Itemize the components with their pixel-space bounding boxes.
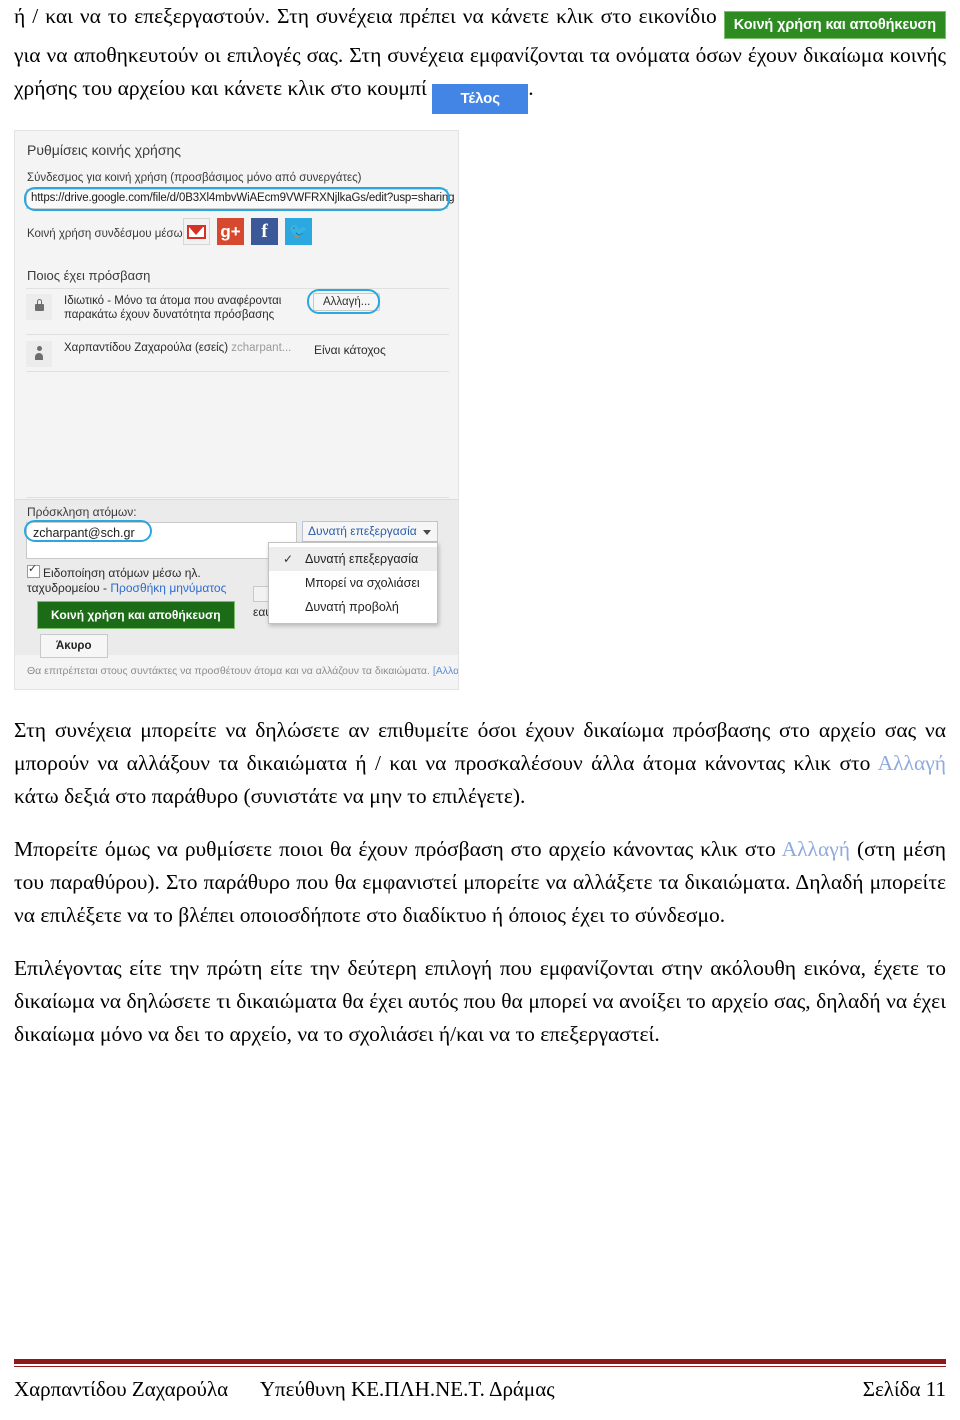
invite-people-value: zcharpant@sch.gr	[33, 526, 135, 540]
footer-role: Υπεύθυνη ΚΕ.ΠΛΗ.ΝΕ.Τ. Δράμας	[259, 1377, 555, 1401]
footer-left: Χαρπαντίδου Ζαχαρούλα Υπεύθυνη ΚΕ.ΠΛΗ.ΝΕ…	[14, 1377, 555, 1402]
notify-label-line2: ταχυδρομείου -	[27, 581, 111, 595]
divider	[26, 497, 449, 498]
private-line-2: παρακάτω έχουν δυνατότητα πρόσβασης	[64, 309, 275, 321]
who-has-access-label: Ποιος έχει πρόσβαση	[27, 268, 151, 283]
editors-permission-note: Θα επιτρέπεται στους συντάκτες να προσθέ…	[27, 665, 458, 677]
access-row-private-text: Ιδιωτικό - Μόνο τα άτομα που αναφέρονται…	[64, 294, 281, 322]
paragraph-3: Επιλέγοντας είτε την πρώτη είτε την δεύτ…	[14, 952, 946, 1051]
owner-text: Χαρπαντίδου Ζαχαρούλα (εσείς) zcharpant.…	[64, 341, 291, 355]
social-share-row: g+ f 🐦	[183, 218, 312, 245]
notify-label-line1: Ειδοποίηση ατόμων μέσω ηλ.	[43, 566, 201, 580]
cancel-button[interactable]: Άκυρο	[40, 634, 108, 658]
share-via-label: Κοινή χρήση συνδέσμου μέσω:	[27, 228, 186, 240]
share-and-save-button[interactable]: Κοινή χρήση και αποθήκευση	[37, 601, 235, 629]
footer-page-number: Σελίδα 11	[862, 1377, 946, 1401]
footer-rule-thick	[14, 1359, 946, 1364]
p3-seg-0: Επιλέγοντας είτε την πρώτη είτε την δεύτ…	[14, 956, 946, 1046]
owner-email: zcharpant...	[231, 342, 292, 354]
editors-note-text: Θα επιτρέπεται στους συντάκτες να προσθέ…	[27, 665, 430, 677]
facebook-icon[interactable]: f	[251, 218, 278, 245]
share-link-label: Σύνδεσμος για κοινή χρήση (προσβάσιμος μ…	[27, 172, 362, 184]
sharing-settings-dialog-figure: Ρυθμίσεις κοινής χρήσης Σύνδεσμος για κο…	[14, 130, 459, 690]
share-link-input[interactable]: https://drive.google.com/file/d/0B3Xl4mb…	[26, 189, 455, 209]
permission-option-label: Δυνατή επεξεργασία	[305, 552, 419, 566]
body-paragraphs: Στη συνέχεια μπορείτε να δηλώσετε αν επι…	[14, 714, 946, 1051]
p2-link-allagi[interactable]: Αλλαγή	[782, 837, 850, 861]
permission-option-can-edit[interactable]: ✓ Δυνατή επεξεργασία	[269, 547, 437, 571]
paragraph-2: Μπορείτε όμως να ρυθμίσετε ποιοι θα έχου…	[14, 833, 946, 932]
lock-icon	[26, 294, 52, 320]
footer-author: Χαρπαντίδου Ζαχαρούλα	[14, 1377, 229, 1401]
permission-option-label: Μπορεί να σχολιάσει	[305, 576, 420, 590]
footer-text-row: Χαρπαντίδου Ζαχαρούλα Υπεύθυνη ΚΕ.ΠΛΗ.ΝΕ…	[14, 1377, 946, 1402]
private-line-1: Ιδιωτικό - Μόνο τα άτομα που αναφέρονται	[64, 295, 282, 307]
google-plus-icon[interactable]: g+	[217, 218, 244, 245]
chevron-down-icon	[423, 530, 431, 535]
share-link-value: https://drive.google.com/file/d/0B3Xl4mb…	[31, 192, 455, 204]
intro-text-part1: ή / και να το επεξεργαστούν. Στη συνέχει…	[14, 4, 717, 28]
divider	[26, 371, 449, 372]
owner-name: Χαρπαντίδου Ζαχαρούλα (εσείς)	[64, 342, 229, 354]
owner-role: Είναι κάτοχος	[314, 343, 386, 357]
permission-selected-label: Δυνατή επεξεργασία	[308, 524, 417, 538]
permission-dropdown-menu[interactable]: ✓ Δυνατή επεξεργασία Μπορεί να σχολιάσει…	[268, 542, 438, 624]
change-access-button[interactable]: Αλλαγή...	[313, 293, 381, 311]
intro-text-part3: .	[528, 76, 534, 100]
person-icon	[26, 341, 52, 367]
invite-people-input[interactable]: zcharpant@sch.gr	[26, 522, 297, 559]
add-message-link[interactable]: Προσθήκη μηνύματος	[110, 581, 226, 595]
done-button[interactable]: Τέλος	[432, 84, 529, 114]
footer-rule-thin	[14, 1366, 946, 1367]
notify-people-row: Ειδοποίηση ατόμων μέσω ηλ. ταχυδρομείου …	[27, 563, 277, 596]
permission-option-label: Δυνατή προβολή	[305, 600, 399, 614]
permission-dropdown[interactable]: Δυνατή επεξεργασία	[302, 521, 438, 542]
page-footer: Χαρπαντίδου Ζαχαρούλα Υπεύθυνη ΚΕ.ΠΛΗ.ΝΕ…	[14, 1359, 946, 1402]
p1-seg-0: Στη συνέχεια μπορείτε να δηλώσετε αν επι…	[14, 718, 946, 775]
editors-note-change-link[interactable]: [Αλλαγή]	[433, 665, 458, 677]
intro-paragraph: ή / και να το επεξεργαστούν. Στη συνέχει…	[14, 0, 947, 114]
permission-option-can-comment[interactable]: Μπορεί να σχολιάσει	[269, 571, 437, 595]
invite-people-label: Πρόσκληση ατόμων:	[27, 505, 137, 519]
p1-seg-2: κάτω δεξιά στο παράθυρο (συνιστάτε να μη…	[14, 784, 526, 808]
divider	[26, 288, 449, 289]
dialog-title: Ρυθμίσεις κοινής χρήσης	[27, 142, 182, 158]
document-page: ή / και να το επεξεργαστούν. Στη συνέχει…	[0, 0, 960, 1420]
twitter-icon[interactable]: 🐦	[285, 218, 312, 245]
p2-seg-0: Μπορείτε όμως να ρυθμίσετε ποιοι θα έχου…	[14, 837, 782, 861]
gmail-icon[interactable]	[183, 218, 210, 245]
divider	[26, 334, 449, 335]
paragraph-1: Στη συνέχεια μπορείτε να δηλώσετε αν επι…	[14, 714, 946, 813]
p1-link-allagi[interactable]: Αλλαγή	[878, 751, 946, 775]
permission-option-can-view[interactable]: Δυνατή προβολή	[269, 595, 437, 619]
notify-checkbox[interactable]	[27, 563, 40, 578]
share-and-save-button[interactable]: Κοινή χρήση και αποθήκευση	[723, 11, 947, 39]
check-icon: ✓	[283, 552, 294, 566]
